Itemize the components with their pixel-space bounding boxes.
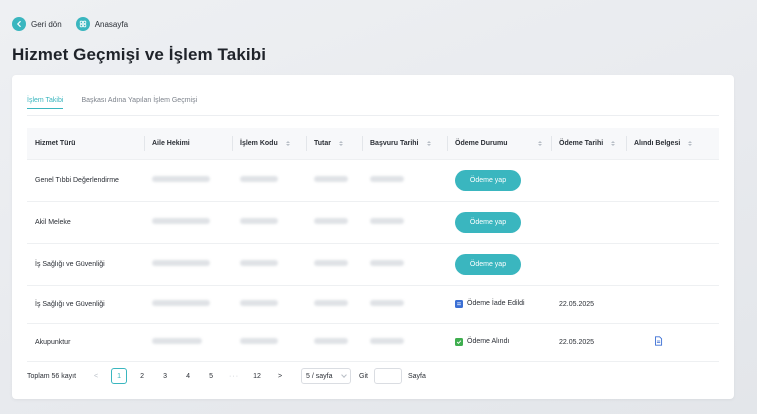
sort-icon: [611, 140, 616, 146]
page-size-select[interactable]: 5 / sayfa: [301, 368, 352, 384]
page-2-button[interactable]: 2: [134, 368, 150, 384]
redacted-code: [232, 323, 306, 362]
check-status-icon: [455, 337, 463, 346]
back-arrow-icon: [12, 17, 26, 31]
redacted-code: [232, 285, 306, 324]
page-size-value: 5 / sayfa: [306, 372, 333, 380]
goto-label: Git: [359, 372, 368, 380]
table-row: Akil Meleke Ödeme yap: [27, 201, 719, 244]
tab-transaction-tracking[interactable]: İşlem Takibi: [27, 97, 64, 109]
total-count: Toplam 56 kayıt: [27, 372, 77, 380]
redacted-amount: [306, 159, 362, 202]
receipt-cell: [626, 323, 719, 362]
chevron-down-icon: [341, 372, 347, 378]
table-header-row: Hizmet Türü Aile Hekimi İşlem Kodu Tutar…: [27, 128, 719, 160]
redacted-date: [362, 159, 447, 202]
table-row: Genel Tıbbi Değerlendirme Ödeme yap: [27, 159, 719, 202]
redacted-amount: [306, 243, 362, 286]
redacted-doctor: [144, 159, 232, 202]
receipt-cell: [626, 285, 719, 324]
page-5-button[interactable]: 5: [203, 368, 219, 384]
col-service-type: Hizmet Türü: [27, 128, 144, 160]
document-icon[interactable]: [654, 336, 663, 348]
payment-date-cell: [551, 243, 626, 286]
home-grid-icon: [75, 17, 90, 31]
next-page-button[interactable]: >: [272, 368, 288, 384]
redacted-doctor: [144, 323, 232, 362]
page-12-button[interactable]: 12: [249, 368, 265, 384]
refund-status-icon: [455, 299, 463, 308]
sort-icon: [285, 140, 290, 146]
home-label: Anasayfa: [94, 19, 129, 29]
home-link[interactable]: Anasayfa: [75, 17, 129, 31]
page-suffix-label: Sayfa: [407, 372, 426, 380]
col-payment-status[interactable]: Ödeme Durumu: [447, 128, 551, 160]
top-navigation: Geri dön Anasayfa: [12, 17, 128, 31]
pay-button[interactable]: Ödeme yap: [455, 253, 521, 275]
page-4-button[interactable]: 4: [180, 368, 196, 384]
tab-on-behalf-history[interactable]: Başkası Adına Yapılan İşlem Geçmişi: [81, 97, 197, 109]
redacted-date: [362, 323, 447, 362]
back-link[interactable]: Geri dön: [12, 17, 62, 31]
redacted-code: [232, 243, 306, 286]
payment-date-cell: [551, 201, 626, 244]
back-label: Geri dön: [31, 19, 62, 29]
payment-status: Ödeme İade Edildi: [455, 299, 525, 308]
col-amount[interactable]: Tutar: [306, 128, 362, 160]
service-history-card: İşlem Takibi Başkası Adına Yapılan İşlem…: [12, 75, 734, 399]
receipt-cell: [626, 243, 719, 286]
col-receipt[interactable]: Alındı Belgesi: [626, 128, 719, 160]
pay-button[interactable]: Ödeme yap: [455, 211, 521, 233]
prev-page-button[interactable]: <: [88, 368, 104, 384]
pay-button[interactable]: Ödeme yap: [455, 169, 521, 191]
page-3-button[interactable]: 3: [157, 368, 173, 384]
goto-page-input[interactable]: [373, 368, 402, 384]
service-type-cell: İş Sağlığı ve Güvenliği: [27, 243, 144, 286]
col-transaction-code[interactable]: İşlem Kodu: [232, 128, 306, 160]
page-title: Hizmet Geçmişi ve İşlem Takibi: [12, 45, 267, 64]
redacted-amount: [306, 201, 362, 244]
sort-icon: [688, 140, 693, 146]
redacted-date: [362, 243, 447, 286]
redacted-code: [232, 201, 306, 244]
redacted-doctor: [144, 243, 232, 286]
table-row: İş Sağlığı ve Güvenliği Ödeme İade Edild…: [27, 285, 719, 324]
payment-status-label: Ödeme İade Edildi: [467, 300, 525, 307]
service-type-cell: Akil Meleke: [27, 201, 144, 244]
more-pages-button[interactable]: ···: [226, 368, 242, 384]
payment-date-cell: [551, 159, 626, 202]
redacted-amount: [306, 285, 362, 324]
col-family-doctor: Aile Hekimi: [144, 128, 232, 160]
sort-icon: [426, 140, 431, 146]
payment-date-cell: 22.05.2025: [551, 285, 626, 324]
sort-icon: [338, 140, 343, 146]
table-row: Akupunktur Ödeme Alındı 22.05.2025: [27, 323, 719, 362]
service-history-table: Hizmet Türü Aile Hekimi İşlem Kodu Tutar…: [27, 128, 719, 362]
pagination: Toplam 56 kayıt < 1 2 3 4 5 ··· 12 > 5 /…: [27, 368, 426, 384]
redacted-date: [362, 285, 447, 324]
redacted-date: [362, 201, 447, 244]
redacted-amount: [306, 323, 362, 362]
redacted-code: [232, 159, 306, 202]
payment-status-label: Ödeme Alındı: [467, 338, 510, 345]
col-payment-date[interactable]: Ödeme Tarihi: [551, 128, 626, 160]
redacted-doctor: [144, 201, 232, 244]
page-1-button[interactable]: 1: [111, 368, 128, 384]
service-type-cell: İş Sağlığı ve Güvenliği: [27, 285, 144, 324]
payment-status: Ödeme Alındı: [455, 337, 510, 346]
receipt-cell: [626, 159, 719, 202]
redacted-doctor: [144, 285, 232, 324]
receipt-cell: [626, 201, 719, 244]
service-type-cell: Akupunktur: [27, 323, 144, 362]
col-application-date[interactable]: Başvuru Tarihi: [362, 128, 447, 160]
tab-divider: [27, 115, 719, 116]
service-type-cell: Genel Tıbbi Değerlendirme: [27, 159, 144, 202]
tab-bar: İşlem Takibi Başkası Adına Yapılan İşlem…: [27, 97, 197, 109]
payment-date-cell: 22.05.2025: [551, 323, 626, 362]
sort-icon: [537, 140, 542, 146]
table-row: İş Sağlığı ve Güvenliği Ödeme yap: [27, 243, 719, 286]
